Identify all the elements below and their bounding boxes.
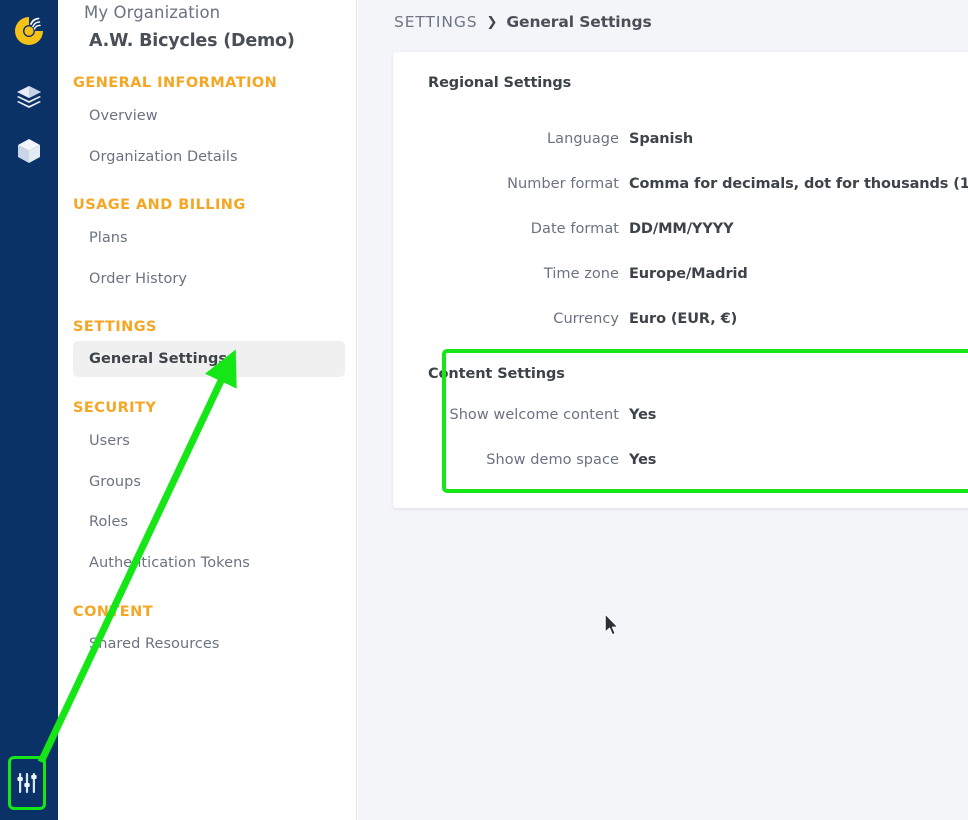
nav-group-settings: SETTINGS (73, 319, 157, 335)
main-content: SETTINGS ❯ General Settings Regional Set… (358, 0, 968, 820)
sidebar-item-organization-details[interactable]: Organization Details (89, 149, 238, 165)
field-label-date-format: Date format (530, 221, 619, 237)
breadcrumb-current-page: General Settings (506, 13, 652, 31)
sidebar-item-authentication-tokens[interactable]: Authentication Tokens (89, 555, 250, 571)
sidebar-item-groups[interactable]: Groups (89, 474, 141, 490)
breadcrumb-parent[interactable]: SETTINGS (394, 13, 478, 31)
field-value-language: Spanish (629, 131, 694, 147)
field-value-show-demo-space: Yes (629, 452, 657, 468)
field-label-currency: Currency (553, 311, 619, 327)
field-value-date-format: DD/MM/YYYY (629, 221, 734, 237)
sidebar-item-shared-resources[interactable]: Shared Resources (89, 636, 220, 652)
field-value-currency: Euro (EUR, €) (629, 311, 738, 327)
cube-icon[interactable] (0, 122, 58, 180)
nav-group-general-information: GENERAL INFORMATION (73, 75, 278, 91)
organization-label: My Organization (84, 3, 221, 22)
field-label-number-format: Number format (507, 176, 619, 192)
sidebar-item-roles[interactable]: Roles (89, 514, 128, 530)
nav-group-security: SECURITY (73, 400, 157, 416)
breadcrumb: SETTINGS ❯ General Settings (394, 13, 652, 31)
organization-sidebar: My Organization A.W. Bicycles (Demo) GEN… (58, 0, 357, 820)
sidebar-item-general-settings[interactable]: General Settings (73, 341, 345, 377)
field-label-language: Language (547, 131, 619, 147)
mouse-cursor (604, 613, 619, 636)
app-logo-donut-icon[interactable] (0, 2, 58, 60)
settings-card: Regional Settings Language Spanish Numbe… (393, 52, 968, 508)
field-value-time-zone: Europe/Madrid (629, 266, 748, 282)
field-value-show-welcome-content: Yes (629, 407, 657, 423)
field-label-show-welcome-content: Show welcome content (449, 407, 619, 423)
app-icon-rail (0, 0, 58, 820)
sliders-settings-icon[interactable] (8, 756, 46, 810)
nav-group-content: CONTENT (73, 604, 154, 620)
layers-icon[interactable] (0, 68, 58, 126)
sidebar-item-users[interactable]: Users (89, 433, 130, 449)
field-value-number-format: Comma for decimals, dot for thousands (1… (629, 176, 968, 192)
field-label-time-zone: Time zone (543, 266, 619, 282)
content-settings-title: Content Settings (428, 366, 565, 382)
app-root: My Organization A.W. Bicycles (Demo) GEN… (0, 0, 968, 820)
sidebar-item-plans[interactable]: Plans (89, 230, 128, 246)
sidebar-item-order-history[interactable]: Order History (89, 271, 187, 287)
nav-group-usage-and-billing: USAGE AND BILLING (73, 197, 246, 213)
regional-settings-title: Regional Settings (428, 75, 572, 91)
sidebar-item-overview[interactable]: Overview (89, 108, 158, 124)
organization-name: A.W. Bicycles (Demo) (89, 31, 295, 51)
field-label-show-demo-space: Show demo space (486, 452, 619, 468)
chevron-right-icon: ❯ (486, 14, 498, 30)
